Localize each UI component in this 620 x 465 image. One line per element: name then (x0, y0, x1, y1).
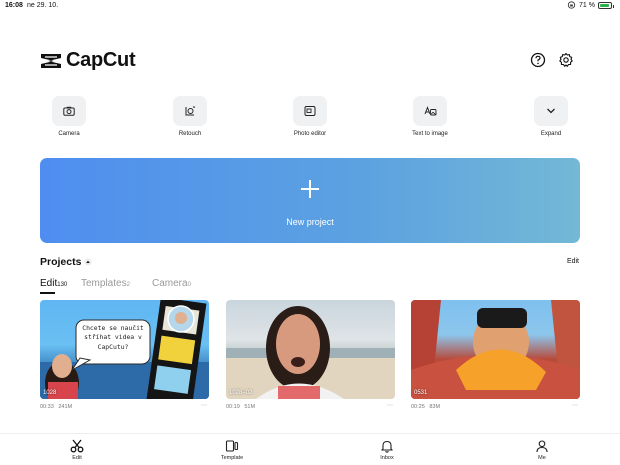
projects-title-text: Projects (40, 256, 82, 268)
project-2-duration: 00:19 (226, 404, 240, 410)
new-project-button[interactable]: New project (40, 158, 580, 243)
tool-camera-label: Camera (58, 131, 80, 137)
tab-camera-count: 0 (187, 282, 191, 288)
projects-title[interactable]: Projects (40, 256, 93, 268)
text-to-image-icon (424, 106, 436, 116)
nav-edit-label: Edit (72, 455, 82, 461)
active-tab-indicator (40, 292, 55, 294)
tool-expand-label: Expand (540, 131, 562, 137)
project-3-more-button[interactable]: ⋯ (572, 402, 578, 409)
tab-templates-count: 2 (126, 282, 130, 288)
app-logo: CapCut (40, 49, 136, 72)
tool-retouch-button[interactable] (173, 96, 207, 126)
battery-percent: 71 % (579, 1, 595, 9)
tool-retouch-label: Retouch (178, 131, 202, 137)
tab-edit-label: Edit (40, 278, 58, 289)
tab-edit[interactable]: Edit130 (40, 278, 67, 289)
battery-fill (600, 3, 609, 7)
projects-edit-button[interactable]: Edit (567, 258, 579, 265)
nav-inbox[interactable]: Inbox (367, 439, 407, 461)
status-time: 16:08 (5, 2, 23, 9)
retouch-icon (185, 106, 196, 116)
app-name: CapCut (66, 49, 136, 71)
nav-template[interactable]: Template (212, 439, 252, 461)
project-1-overlay-text: Chcete se naučit stříhat videa v CapCutu… (82, 324, 144, 351)
photo-editor-icon (304, 106, 316, 116)
project-1-more-button[interactable]: ⋯ (201, 402, 207, 409)
chevron-down-icon (547, 108, 555, 114)
caret-up-icon (84, 258, 93, 266)
person-icon (536, 440, 548, 453)
project-3-size: 83M (429, 404, 441, 410)
tool-photo-editor-label: Photo editor (293, 131, 327, 137)
bell-icon (381, 440, 393, 453)
tab-templates-label: Templates (81, 278, 127, 289)
project-1-size: 241M (58, 404, 73, 410)
project-2-meta: 00:19 51M (226, 404, 255, 410)
nav-template-label: Template (220, 455, 244, 461)
project-3-image (411, 300, 580, 399)
project-thumbnail-3[interactable]: 0531 (411, 300, 580, 399)
new-project-label: New project (286, 217, 334, 227)
tool-camera[interactable]: Camera (51, 96, 87, 137)
tab-templates[interactable]: Templates2 (81, 278, 130, 289)
tool-text-to-image[interactable]: Text to image (412, 96, 448, 137)
tool-text-to-image-label: Text to image (412, 131, 448, 137)
nav-edit[interactable]: Edit (57, 439, 97, 461)
template-icon (225, 440, 239, 452)
tab-camera-label: Camera (152, 278, 188, 289)
project-1-duration: 00:33 (40, 404, 54, 410)
tab-edit-count: 130 (57, 282, 68, 288)
tool-expand-button[interactable] (534, 96, 568, 126)
plus-icon (301, 180, 319, 198)
project-3-label: 0531 (414, 390, 428, 396)
help-icon[interactable] (530, 52, 546, 68)
project-1-label: 1028 (43, 390, 57, 396)
status-bar: 16:08 ne 29. 10. 71 % (0, 0, 620, 14)
tool-camera-button[interactable] (52, 96, 86, 126)
nav-me-label: Me (538, 455, 546, 461)
nav-inbox-label: Inbox (380, 455, 394, 461)
tool-text-to-image-button[interactable] (413, 96, 447, 126)
project-3-meta: 00:25 83M (411, 404, 440, 410)
battery-icon (598, 1, 614, 9)
project-2-more-button[interactable]: ⋯ (387, 402, 393, 409)
project-1-meta: 00:33 241M (40, 404, 72, 410)
project-thumbnail-2[interactable]: 1028–02 (226, 300, 395, 399)
gear-icon[interactable] (558, 52, 574, 68)
tab-camera[interactable]: Camera0 (152, 278, 191, 289)
project-2-size: 51M (244, 404, 256, 410)
tool-photo-editor[interactable]: Photo editor (292, 96, 328, 137)
scissors-icon (70, 439, 84, 453)
camera-icon (63, 106, 75, 116)
bottom-nav: Edit Template Inbox Me (0, 433, 620, 465)
project-3-duration: 00:25 (411, 404, 425, 410)
tool-expand[interactable]: Expand (533, 96, 569, 137)
project-2-label: 1028–02 (229, 390, 253, 396)
status-right: 71 % (567, 1, 614, 9)
capcut-logo-icon (41, 53, 61, 68)
project-thumbnail-1[interactable]: Chcete se naučit stříhat videa v CapCutu… (40, 300, 209, 399)
status-date: ne 29. 10. (27, 2, 59, 9)
lock-rotation-icon (567, 1, 576, 9)
project-2-image (226, 306, 395, 399)
tool-retouch[interactable]: Retouch (172, 96, 208, 137)
tool-photo-editor-button[interactable] (293, 96, 327, 126)
nav-me[interactable]: Me (522, 439, 562, 461)
